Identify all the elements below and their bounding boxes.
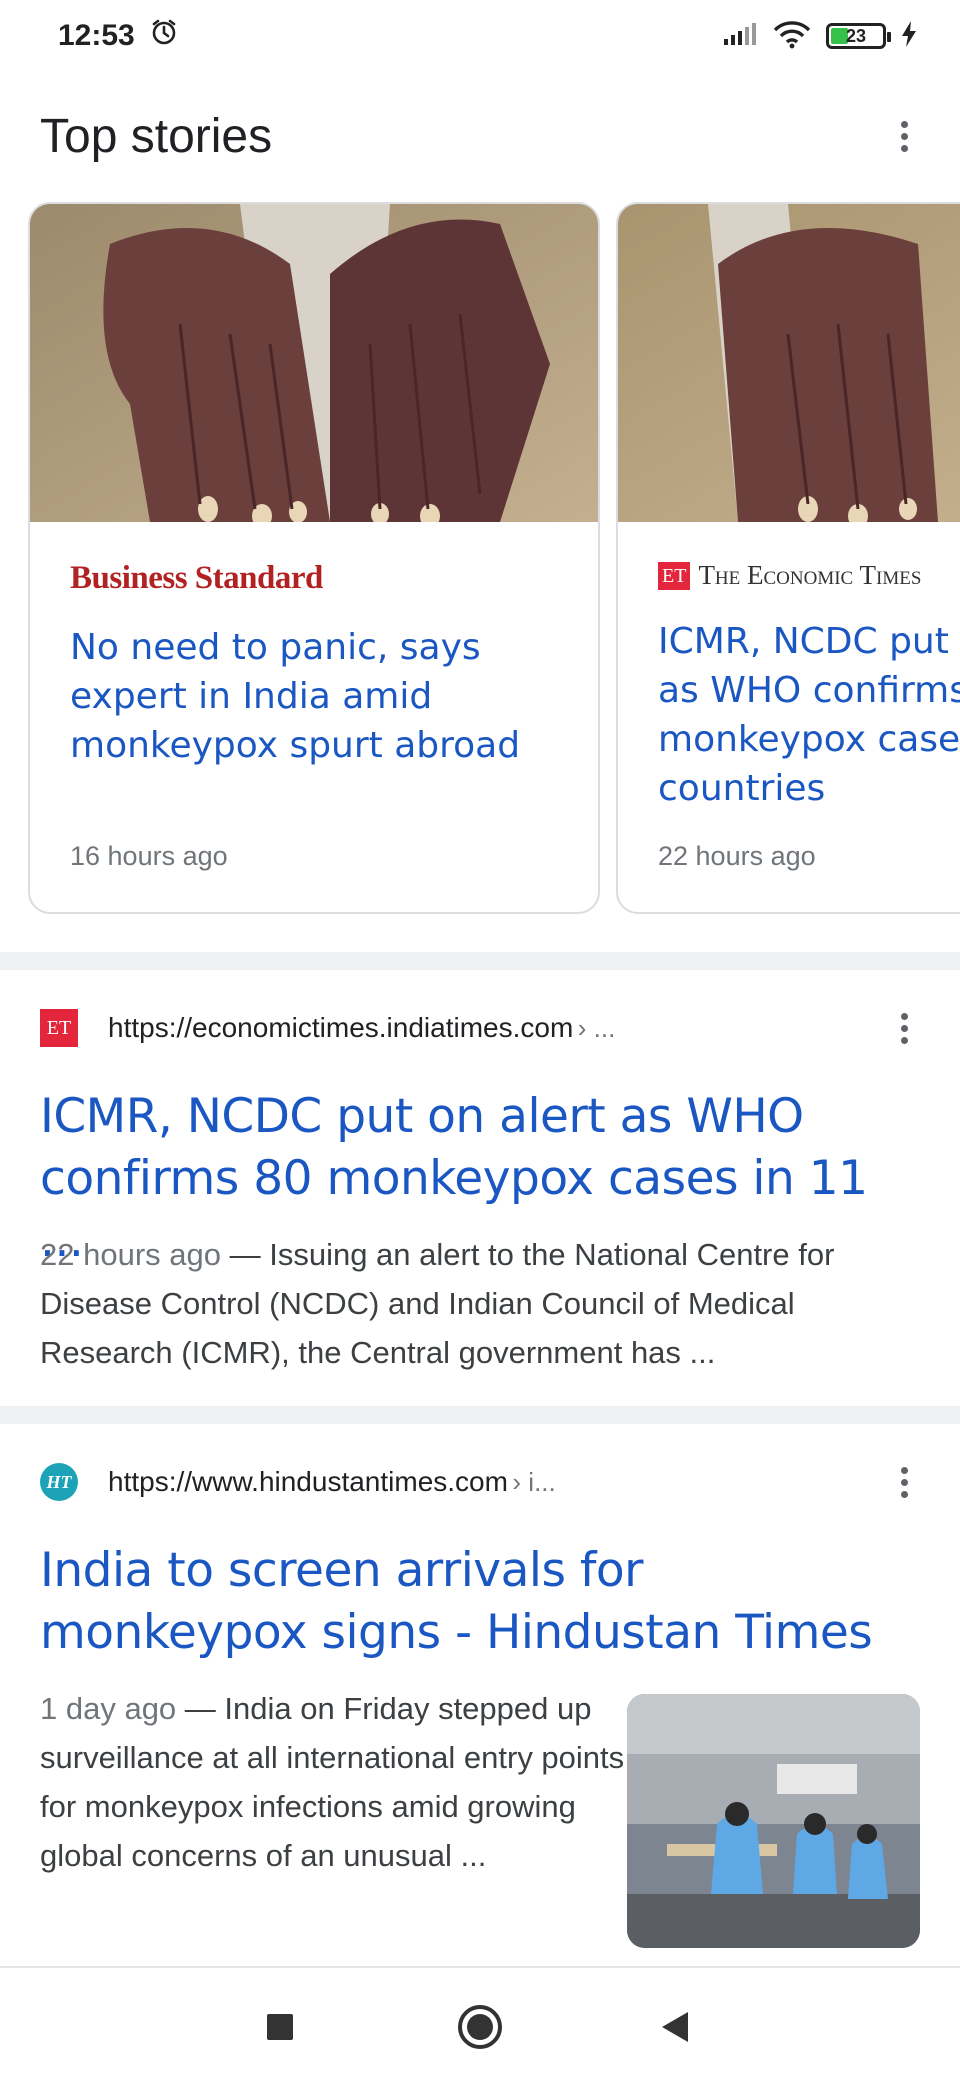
story-headline[interactable]: No need to panic, says expert in India a… (70, 623, 558, 770)
search-result[interactable]: ET https://economictimes.indiatimes.com … (0, 998, 960, 1410)
story-body: ET The Economic Times ICMR, NCDC put on … (618, 522, 960, 912)
result-url: https://economictimes.indiatimes.com (108, 1012, 574, 1043)
story-body: Business Standard No need to panic, says… (30, 522, 598, 912)
story-card[interactable]: ET The Economic Times ICMR, NCDC put on … (616, 202, 960, 914)
result-title[interactable]: India to screen arrivals for monkeypox s… (40, 1540, 920, 1664)
back-triangle-icon[interactable] (650, 2002, 700, 2052)
result-time: 22 hours ago (40, 1237, 221, 1272)
story-source-name: The Economic Times (698, 560, 922, 590)
favicon: ET (40, 1009, 78, 1047)
story-time: 22 hours ago (658, 841, 816, 871)
result-url: https://www.hindustantimes.com (108, 1466, 508, 1497)
result-more-icon[interactable] (888, 1004, 920, 1052)
story-source: Business Standard (70, 560, 323, 596)
signal-icon (722, 21, 758, 52)
section-divider (0, 1406, 960, 1424)
status-time: 12:53 (58, 19, 135, 52)
result-more-icon[interactable] (888, 1458, 920, 1506)
battery-percent: 23 (845, 25, 867, 46)
battery-icon: 23 (826, 23, 891, 49)
top-stories-header: Top stories (40, 100, 920, 172)
story-time: 16 hours ago (70, 841, 228, 871)
result-snippet: 22 hours ago — Issuing an alert to the N… (40, 1230, 920, 1377)
et-logo-badge: ET (658, 561, 691, 590)
result-breadcrumb: › i... (512, 1467, 556, 1497)
result-thumbnail[interactable] (627, 1694, 920, 1948)
recents-square-icon[interactable] (255, 2002, 305, 2052)
status-bar: 12:53 23 (0, 0, 960, 72)
result-source[interactable]: HT https://www.hindustantimes.com › i... (40, 1452, 556, 1512)
story-image (30, 204, 598, 522)
result-breadcrumb: › ... (577, 1013, 616, 1043)
result-source[interactable]: ET https://economictimes.indiatimes.com … (40, 998, 615, 1058)
search-result[interactable]: HT https://www.hindustantimes.com › i...… (0, 1452, 960, 1962)
system-nav-bar (0, 1966, 960, 2080)
story-headline[interactable]: ICMR, NCDC put on alert as WHO confirms … (658, 617, 960, 813)
favicon: HT (40, 1463, 78, 1501)
status-right: 23 (722, 19, 918, 54)
status-left: 12:53 (58, 17, 179, 55)
top-stories-title: Top stories (40, 109, 273, 163)
story-image (618, 204, 960, 522)
alarm-icon (149, 17, 179, 55)
result-snippet: 1 day ago — India on Friday stepped up s… (40, 1684, 630, 1880)
story-card[interactable]: Business Standard No need to panic, says… (28, 202, 600, 914)
home-circle-icon[interactable] (455, 2002, 505, 2052)
top-stories-more-icon[interactable] (888, 112, 920, 160)
charging-icon (900, 20, 918, 53)
result-time: 1 day ago (40, 1691, 177, 1726)
story-source: ET The Economic Times (658, 560, 960, 591)
section-divider (0, 952, 960, 970)
top-stories-carousel[interactable]: Business Standard No need to panic, says… (28, 202, 960, 914)
wifi-icon (772, 19, 812, 54)
